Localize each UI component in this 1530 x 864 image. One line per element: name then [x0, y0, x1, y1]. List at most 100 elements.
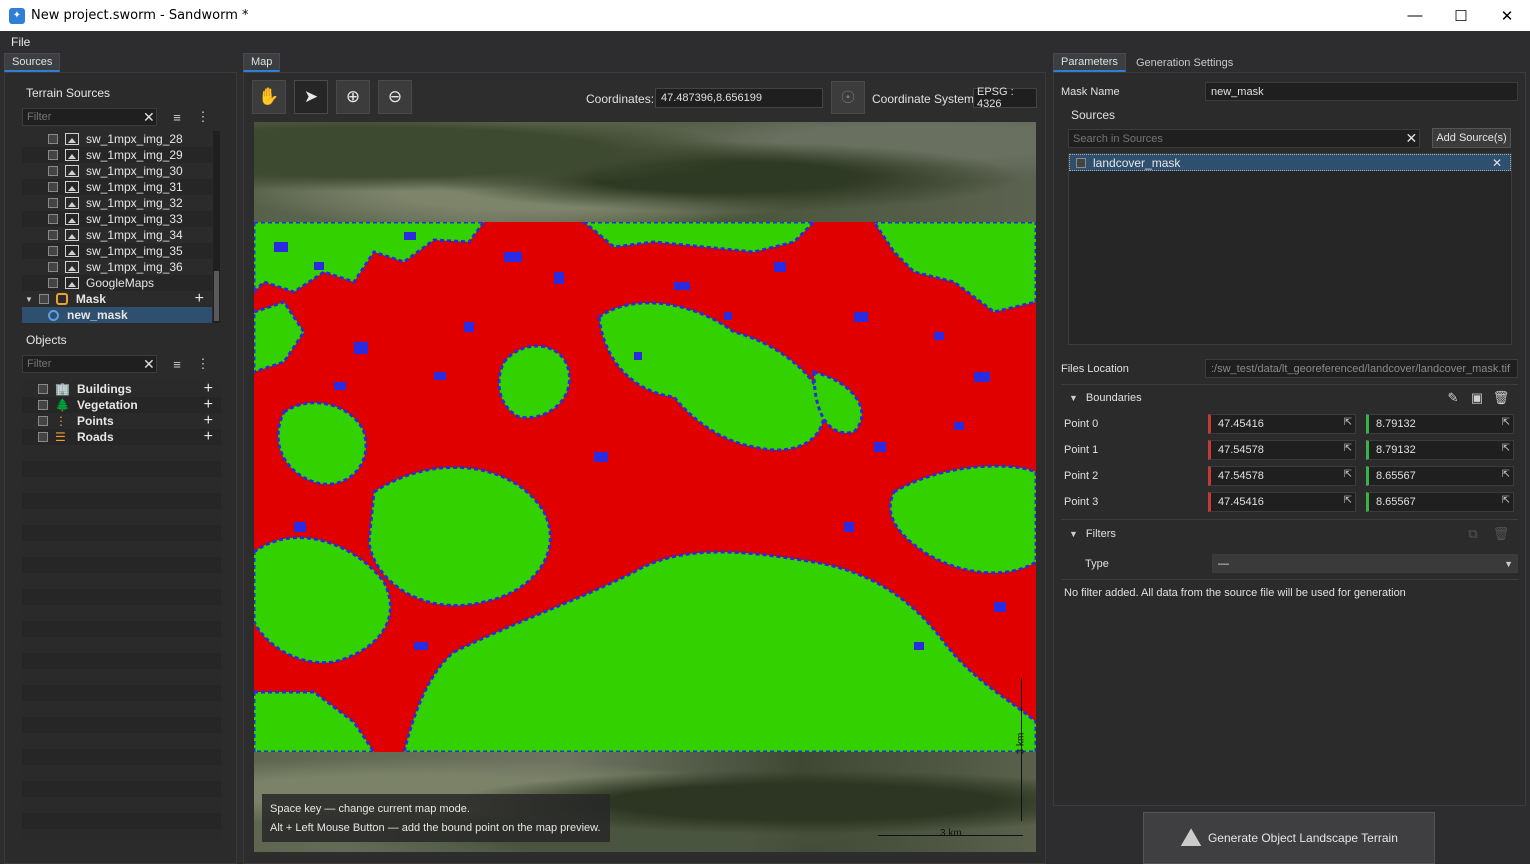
copy-icon[interactable]: ⧉: [1464, 525, 1482, 543]
clear-objects-filter-icon[interactable]: ✕: [142, 356, 156, 373]
clear-filter-icon[interactable]: ✕: [142, 109, 156, 126]
item-checkbox[interactable]: [48, 166, 58, 176]
object-checkbox[interactable]: [38, 400, 48, 410]
pencil-icon[interactable]: ✎: [1444, 389, 1462, 407]
tab-parameters[interactable]: Parameters: [1053, 53, 1126, 72]
object-checkbox[interactable]: [38, 416, 48, 426]
point-latitude-field[interactable]: 47.54578 ⇱: [1208, 466, 1356, 486]
point-latitude-field[interactable]: 47.45416 ⇱: [1208, 492, 1356, 512]
mask-name-field[interactable]: new_mask: [1205, 82, 1518, 101]
remove-source-icon[interactable]: ✕: [1492, 156, 1502, 170]
item-checkbox[interactable]: [48, 150, 58, 160]
search-sources-field[interactable]: ✕: [1068, 129, 1420, 148]
terrain-source-item[interactable]: sw_1mpx_img_34: [22, 227, 212, 243]
add-object-icon[interactable]: +: [204, 397, 213, 413]
expand-arrows-icon[interactable]: ⇱: [1502, 443, 1510, 454]
point-longitude-field[interactable]: 8.65567 ⇱: [1366, 466, 1514, 486]
expand-arrows-icon[interactable]: ⇱: [1502, 417, 1510, 428]
tab-map[interactable]: Map: [243, 53, 281, 72]
objects-expand-all-icon[interactable]: ≡: [168, 355, 186, 373]
coordinates-field[interactable]: 47.487396,8.656199: [655, 88, 823, 108]
expand-all-icon[interactable]: ≡: [168, 108, 186, 126]
fit-bounds-icon[interactable]: ▣: [1468, 389, 1486, 407]
add-sources-button[interactable]: Add Source(s): [1432, 128, 1511, 148]
map-preview[interactable]: Space key — change current map mode. Alt…: [254, 122, 1036, 852]
item-checkbox[interactable]: [48, 278, 58, 288]
terrain-source-item[interactable]: sw_1mpx_img_35: [22, 243, 212, 259]
terrain-source-item[interactable]: sw_1mpx_img_32: [22, 195, 212, 211]
filters-header[interactable]: ▼ Filters: [1069, 528, 1116, 540]
collapse-all-icon[interactable]: ⋮: [194, 108, 212, 126]
source-row[interactable]: landcover_mask ✕: [1069, 154, 1511, 171]
item-checkbox[interactable]: [48, 262, 58, 272]
expand-arrows-icon[interactable]: ⇱: [1344, 469, 1352, 480]
globe-icon[interactable]: ☉: [831, 81, 865, 114]
object-item[interactable]: ⋮ Points +: [22, 413, 221, 429]
menu-file[interactable]: File: [0, 35, 41, 49]
item-checkbox[interactable]: [48, 198, 58, 208]
add-mask-icon[interactable]: +: [195, 291, 204, 307]
minimize-icon[interactable]: —: [1392, 0, 1438, 31]
mask-item-row[interactable]: new_mask: [22, 307, 212, 323]
tab-sources[interactable]: Sources: [4, 53, 61, 72]
expand-arrows-icon[interactable]: ⇱: [1344, 495, 1352, 506]
terrain-filter-input[interactable]: [23, 111, 142, 123]
expand-arrows-icon[interactable]: ⇱: [1344, 443, 1352, 454]
source-checkbox[interactable]: [1076, 157, 1086, 168]
item-checkbox[interactable]: [48, 214, 58, 224]
terrain-source-label: GoogleMaps: [86, 276, 155, 290]
item-checkbox[interactable]: [48, 246, 58, 256]
object-item[interactable]: 🌲 Vegetation +: [22, 397, 221, 413]
objects-filter-field[interactable]: ✕: [22, 355, 157, 373]
objects-filter-input[interactable]: [23, 358, 142, 370]
pan-hand-icon[interactable]: ✋: [252, 80, 286, 114]
trash-icon[interactable]: 🗑: [1492, 389, 1510, 407]
terrain-tree-scrollbar[interactable]: [213, 131, 220, 323]
point-latitude-field[interactable]: 47.54578 ⇱: [1208, 440, 1356, 460]
point-longitude-field[interactable]: 8.79132 ⇱: [1366, 440, 1514, 460]
add-object-icon[interactable]: +: [204, 381, 213, 397]
clear-search-icon[interactable]: ✕: [1404, 130, 1419, 147]
object-checkbox[interactable]: [38, 432, 48, 442]
expand-arrows-icon[interactable]: ⇱: [1502, 495, 1510, 506]
terrain-source-item[interactable]: sw_1mpx_img_28: [22, 131, 212, 147]
filters-trash-icon[interactable]: 🗑: [1492, 525, 1510, 543]
maximize-icon[interactable]: ☐: [1438, 0, 1484, 31]
terrain-source-item[interactable]: sw_1mpx_img_29: [22, 147, 212, 163]
object-item[interactable]: 🏢 Buildings +: [22, 381, 221, 397]
expand-arrows-icon[interactable]: ⇱: [1502, 469, 1510, 480]
object-checkbox[interactable]: [38, 384, 48, 394]
mask-group-row[interactable]: ▼ Mask +: [22, 291, 212, 307]
select-cursor-icon[interactable]: ➤: [294, 80, 328, 114]
terrain-source-item[interactable]: sw_1mpx_img_36: [22, 259, 212, 275]
generate-terrain-button[interactable]: ⛰ Generate Object Landscape Terrain: [1143, 812, 1435, 864]
terrain-source-item[interactable]: sw_1mpx_img_31: [22, 179, 212, 195]
add-object-icon[interactable]: +: [204, 429, 213, 445]
item-checkbox[interactable]: [48, 182, 58, 192]
objects-collapse-all-icon[interactable]: ⋮: [194, 355, 212, 373]
boundaries-header[interactable]: ▼ Boundaries: [1069, 392, 1142, 404]
object-item[interactable]: ☰ Roads +: [22, 429, 221, 445]
terrain-source-item[interactable]: GoogleMaps: [22, 275, 212, 291]
item-checkbox[interactable]: [48, 230, 58, 240]
files-location-field[interactable]: :/sw_test/data/lt_georeferenced/landcove…: [1205, 359, 1518, 378]
expand-arrows-icon[interactable]: ⇱: [1344, 417, 1352, 428]
point-longitude-field[interactable]: 8.65567 ⇱: [1366, 492, 1514, 512]
point-longitude-field[interactable]: 8.79132 ⇱: [1366, 414, 1514, 434]
expand-triangle-icon[interactable]: ▼: [25, 295, 33, 304]
close-icon[interactable]: ✕: [1484, 0, 1530, 31]
type-select[interactable]: — ▼: [1212, 554, 1518, 573]
coordinate-system-field[interactable]: EPSG : 4326: [973, 86, 1037, 110]
add-object-icon[interactable]: +: [204, 413, 213, 429]
point-latitude-field[interactable]: 47.45416 ⇱: [1208, 414, 1356, 434]
scrollbar-thumb[interactable]: [214, 271, 219, 321]
terrain-source-item[interactable]: sw_1mpx_img_33: [22, 211, 212, 227]
search-sources-input[interactable]: [1069, 132, 1404, 145]
terrain-source-item[interactable]: sw_1mpx_img_30: [22, 163, 212, 179]
zoom-out-icon[interactable]: ⊖: [378, 80, 412, 114]
tab-generation-settings[interactable]: Generation Settings: [1128, 53, 1242, 72]
terrain-filter-field[interactable]: ✕: [22, 108, 157, 126]
item-checkbox[interactable]: [48, 134, 58, 144]
zoom-in-icon[interactable]: ⊕: [336, 80, 370, 114]
mask-checkbox[interactable]: [38, 294, 49, 304]
